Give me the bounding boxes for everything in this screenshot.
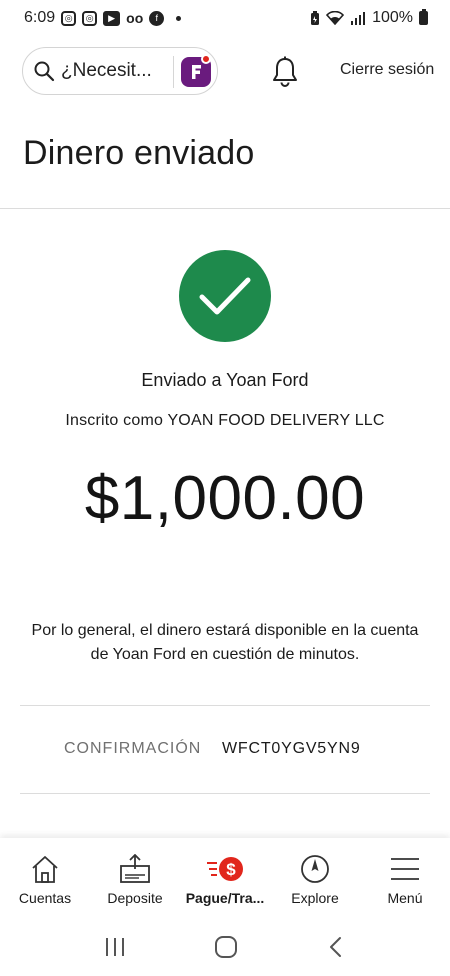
divider-low [20,793,430,794]
back-button-icon[interactable] [325,935,347,959]
status-bar: 6:09 ◎ ◎ ▶ oo f 100% [0,0,450,36]
youtube-icon: ▶ [103,10,121,26]
amount-sent: $1,000.00 [84,464,366,533]
wifi-icon [326,11,345,25]
home-button-icon[interactable] [213,934,239,960]
instagram-icon: ◎ [61,10,77,26]
compass-icon [301,855,329,883]
tab-explore[interactable]: Explore [270,838,360,918]
tab-label-cuentas: Cuentas [18,890,72,906]
availability-notice: Por lo general, el dinero estará disponi… [31,622,419,663]
confirmation-number: WFCT0YGV5YN9 [222,740,361,757]
signal-icon [351,12,366,25]
battery-percent: 100% [372,9,413,26]
recipient-text: Enviado a Yoan Ford [141,370,309,390]
tab-pague-transfiera[interactable]: $ Pague/Tra... [180,838,270,918]
hamburger-menu-icon [391,858,419,880]
signout-link[interactable]: Cierre sesión [340,61,434,79]
search-pill[interactable]: ¿Necesit... [22,47,218,95]
app-header: ¿Necesit... Cierre sesión [0,45,450,99]
tab-label-deposite: Deposite [107,890,163,906]
tab-label-pague: Pague/Tra... [185,890,265,906]
notification-dot-icon [176,15,182,21]
pay-transfer-icon: $ [207,857,243,881]
search-input[interactable]: ¿Necesit... [61,60,165,82]
fargo-badge-dot [201,54,211,64]
bottom-tab-bar: Cuentas Deposite $ Pague/Tra... Explore … [0,838,450,918]
tab-cuentas[interactable]: Cuentas [0,838,90,918]
status-right: 100% [310,9,428,27]
pill-divider [173,56,174,88]
tab-deposite[interactable]: Deposite [90,838,180,918]
battery-saver-icon [311,10,320,25]
facebook-icon: f [149,10,165,26]
status-left: 6:09 ◎ ◎ ▶ oo f [24,9,182,27]
success-check-icon [179,250,271,342]
battery-icon [419,9,428,25]
tab-label-menu: Menú [387,890,423,906]
instagram-icon-2: ◎ [82,10,98,26]
tab-menu[interactable]: Menú [360,838,450,918]
search-icon [34,61,55,82]
system-nav-bar [0,918,450,976]
page-title: Dinero enviado [23,134,255,172]
recent-apps-icon[interactable] [103,936,127,958]
divider-mid [20,705,430,706]
status-time: 6:09 [24,9,56,26]
voicemail-icon: oo [126,10,144,26]
deposit-icon [120,854,150,883]
tab-label-explore: Explore [291,890,339,906]
house-icon [32,856,58,883]
enrolled-as-text: Inscrito como YOAN FOOD DELIVERY LLC [65,412,385,429]
confirmation-label: CONFIRMACIÓN [64,740,202,757]
svg-text:$: $ [226,860,236,879]
divider-top [0,208,450,209]
bell-icon[interactable] [270,55,300,87]
